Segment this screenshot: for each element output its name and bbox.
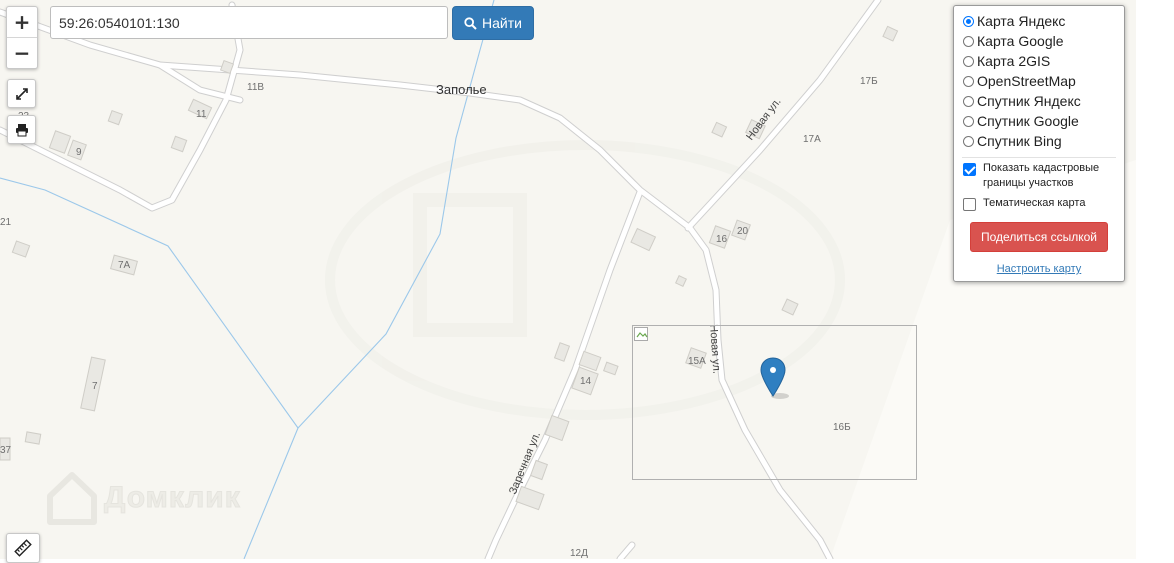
radio-button[interactable] <box>963 115 974 127</box>
house-number: 11 <box>196 109 207 120</box>
checkbox[interactable] <box>963 163 976 176</box>
layer-option-label: Карта Google <box>977 33 1064 49</box>
domclick-watermark: Домклик <box>46 470 241 526</box>
share-link-button[interactable]: Поделиться ссылкой <box>970 222 1108 252</box>
house-number: 11В <box>247 82 265 93</box>
house-number: 14 <box>580 376 592 387</box>
print-icon <box>15 123 28 136</box>
checkbox[interactable] <box>963 198 976 211</box>
house-number: 37 <box>0 445 12 456</box>
layer-option-yandex-map[interactable]: Карта Яндекс <box>963 11 1065 31</box>
panel-divider <box>962 157 1116 158</box>
layer-option-label: OpenStreetMap <box>977 73 1076 89</box>
layer-option-label: Спутник Bing <box>977 133 1062 149</box>
layer-option-yandex-satellite[interactable]: Спутник Яндекс <box>963 91 1081 111</box>
search-icon <box>464 16 477 30</box>
map-marker-icon[interactable] <box>760 356 790 400</box>
layer-option-label: Карта 2GIS <box>977 53 1051 69</box>
house-number: 9 <box>76 147 82 158</box>
fullscreen-icon <box>15 87 28 100</box>
configure-map-link[interactable]: Настроить карту <box>954 263 1124 275</box>
watermark-text: Домклик <box>104 481 241 515</box>
layer-option-label: Спутник Яндекс <box>977 93 1081 109</box>
house-number: 16 <box>716 234 728 245</box>
layers-panel: Карта Яндекс Карта Google Карта 2GIS Ope… <box>953 5 1125 282</box>
overlay-label: Показать кадастровые границы участков <box>983 162 1100 189</box>
place-label: Заполье <box>436 82 487 97</box>
layer-option-label: Спутник Google <box>977 113 1079 129</box>
search-input[interactable] <box>50 6 448 39</box>
radio-button[interactable] <box>963 55 974 67</box>
search-button[interactable]: Найти <box>452 6 534 40</box>
overlay-thematic-map[interactable]: Тематическая карта <box>963 196 1085 211</box>
fullscreen-button[interactable] <box>7 79 36 108</box>
house-number: 21 <box>0 217 12 228</box>
radio-button[interactable] <box>963 35 974 47</box>
house-number: 12Д <box>570 548 588 559</box>
cadastral-plot-outline[interactable] <box>632 325 917 480</box>
domclick-logo-icon <box>47 472 97 525</box>
layer-option-2gis-map[interactable]: Карта 2GIS <box>963 51 1050 71</box>
zoom-out-button[interactable]: − <box>7 37 37 68</box>
layer-option-openstreetmap[interactable]: OpenStreetMap <box>963 71 1076 91</box>
radio-button[interactable] <box>963 95 974 107</box>
house-number: 7 <box>92 381 98 392</box>
layer-option-bing-satellite[interactable]: Спутник Bing <box>963 131 1062 151</box>
radio-button[interactable] <box>963 135 974 147</box>
house-number: 17А <box>803 134 821 145</box>
house-number: 20 <box>737 226 749 237</box>
zoom-in-button[interactable]: + <box>7 7 37 37</box>
layer-option-google-map[interactable]: Карта Google <box>963 31 1064 51</box>
house-number: 17Б <box>860 76 878 87</box>
house-number: 7А <box>118 260 131 271</box>
ruler-icon <box>14 539 32 557</box>
broken-image-icon <box>634 327 648 341</box>
zoom-control: + − <box>6 6 38 69</box>
overlay-cadastral-borders[interactable]: Показать кадастровые границы участков <box>963 161 1113 191</box>
radio-button[interactable] <box>963 15 974 27</box>
radio-button[interactable] <box>963 75 974 87</box>
overlay-label: Тематическая карта <box>983 197 1086 209</box>
layer-option-label: Карта Яндекс <box>977 13 1066 29</box>
print-button[interactable] <box>7 115 36 144</box>
layer-option-google-satellite[interactable]: Спутник Google <box>963 111 1079 131</box>
search-button-label: Найти <box>482 15 522 31</box>
